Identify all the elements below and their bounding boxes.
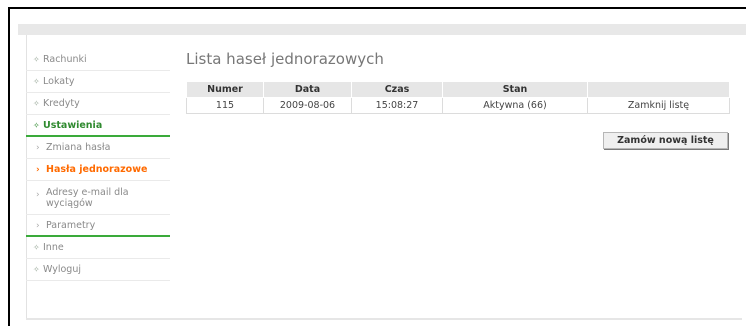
table-row: 115 2009-08-06 15:08:27 Aktywna (66) Zam… — [186, 97, 730, 114]
page-title: Lista haseł jednorazowych — [186, 50, 384, 68]
sidebar-item-label: Wyloguj — [43, 264, 81, 275]
cell-data: 2009-08-06 — [263, 97, 352, 114]
chevron-right-icon: › — [36, 221, 40, 231]
sidebar-item-label: Rachunki — [43, 54, 87, 65]
sidebar-item-label: Adresy e-mail dla wyciągów — [46, 187, 129, 209]
sidebar-item-kredyty[interactable]: ✧ Kredyty — [26, 93, 170, 115]
table-header-row: Numer Data Czas Stan — [186, 81, 730, 98]
sidebar-item-rachunki[interactable]: ✧ Rachunki — [26, 49, 170, 71]
diamond-bullet-icon: ✧ — [33, 55, 40, 64]
close-list-link[interactable]: Zamknij listę — [587, 97, 730, 114]
column-header-czas: Czas — [351, 81, 443, 98]
chevron-right-icon: › — [36, 190, 40, 200]
diamond-bullet-icon: ✧ — [33, 243, 40, 252]
sidebar-item-label: Lokaty — [43, 76, 75, 87]
cell-numer: 115 — [186, 97, 264, 114]
column-header-stan: Stan — [442, 81, 588, 98]
chevron-right-icon: › — [36, 165, 40, 175]
sidebar-subitem-parametry[interactable]: › Parametry — [26, 215, 170, 237]
sidebar-subitem-adresy-email[interactable]: › Adresy e-mail dla wyciągów — [26, 181, 170, 215]
cell-stan: Aktywna (66) — [442, 97, 588, 114]
sidebar-item-label: Ustawienia — [43, 120, 103, 131]
password-lists-table: Numer Data Czas Stan 115 2009-08-06 15:0… — [186, 81, 730, 114]
sidebar-item-label: Kredyty — [43, 98, 80, 109]
diamond-bullet-icon: ✧ — [33, 265, 40, 274]
chevron-right-icon: › — [36, 143, 40, 153]
sidebar-item-label: Zmiana hasła — [46, 142, 111, 153]
sidebar-item-label: Hasła jednorazowe — [46, 164, 148, 175]
diamond-bullet-icon: ✧ — [33, 121, 40, 130]
sidebar-item-label: Parametry — [46, 220, 96, 231]
column-header-numer: Numer — [186, 81, 264, 98]
bottom-divider — [26, 318, 742, 320]
diamond-bullet-icon: ✧ — [33, 99, 40, 108]
sidebar-item-inne[interactable]: ✧ Inne — [26, 237, 170, 259]
cell-czas: 15:08:27 — [351, 97, 443, 114]
column-header-action — [587, 81, 730, 98]
main-content: Lista haseł jednorazowych Numer Data Cza… — [186, 48, 730, 149]
order-new-list-button[interactable]: Zamów nową listę — [603, 132, 728, 149]
sidebar-subitem-hasla-jednorazowe[interactable]: › Hasła jednorazowe — [26, 159, 170, 181]
sidebar-item-lokaty[interactable]: ✧ Lokaty — [26, 71, 170, 93]
column-header-data: Data — [263, 81, 352, 98]
sidebar-item-wyloguj[interactable]: ✧ Wyloguj — [26, 259, 170, 281]
sidebar: ✧ Rachunki ✧ Lokaty ✧ Kredyty ✧ Ustawien… — [26, 49, 170, 281]
sidebar-item-ustawienia[interactable]: ✧ Ustawienia — [26, 115, 170, 137]
sidebar-item-label: Inne — [43, 242, 64, 253]
diamond-bullet-icon: ✧ — [33, 77, 40, 86]
top-bar — [18, 24, 746, 35]
sidebar-subitem-zmiana-hasla[interactable]: › Zmiana hasła — [26, 137, 170, 159]
